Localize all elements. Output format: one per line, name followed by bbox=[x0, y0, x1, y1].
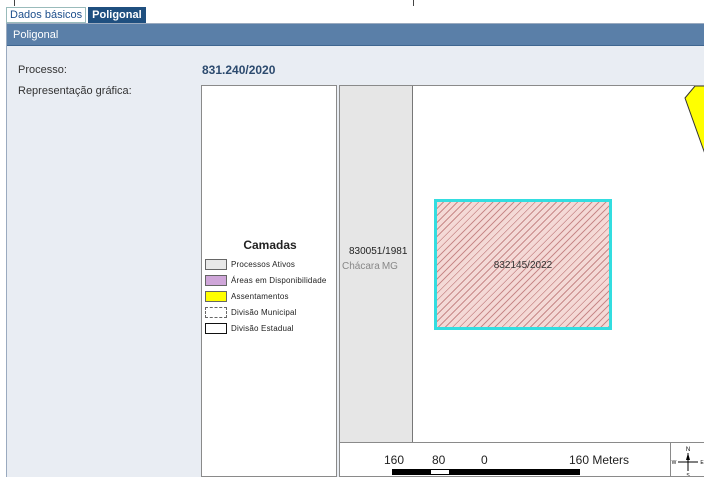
legend-swatch-divisao-estadual bbox=[205, 322, 227, 334]
locality-name: Chácara bbox=[342, 261, 380, 272]
legend-swatch-areas-disponibilidade bbox=[205, 274, 227, 286]
legend-item-areas-disponibilidade: Áreas em Disponibilidade bbox=[205, 272, 327, 288]
scale-label-0: 0 bbox=[481, 453, 488, 467]
legend-label: Áreas em Disponibilidade bbox=[231, 275, 327, 285]
legend-label: Divisão Estadual bbox=[231, 323, 294, 333]
north-arrow-icon: N S W E bbox=[670, 442, 704, 477]
scale-bar-panel: 160 80 0 160 Meters bbox=[340, 442, 704, 476]
legend-label: Assentamentos bbox=[231, 291, 289, 301]
strip-process-label: 830051/1981 bbox=[349, 246, 408, 257]
svg-text:W: W bbox=[672, 460, 677, 466]
scale-label-160: 160 bbox=[384, 453, 405, 467]
legend-item-divisao-estadual: Divisão Estadual bbox=[205, 320, 327, 336]
legend-swatch-processos-ativos bbox=[205, 258, 227, 270]
locality-label: Chácara MG bbox=[342, 261, 398, 272]
scale-label-80: 80 bbox=[432, 453, 446, 467]
legend-label: Processos Ativos bbox=[231, 259, 296, 269]
processo-value: 831.240/2020 bbox=[202, 63, 276, 77]
parcel-polygon[interactable]: 832145/2022 bbox=[434, 199, 612, 330]
scale-label-160-meters: 160 Meters bbox=[569, 453, 630, 467]
svg-text:E: E bbox=[700, 460, 704, 466]
tab-bar: Dados básicos Poligonal bbox=[6, 7, 148, 23]
tab-dados-basicos[interactable]: Dados básicos bbox=[6, 7, 87, 23]
legend-items: Processos Ativos Áreas em Disponibilidad… bbox=[205, 256, 327, 336]
legend-item-assentamentos: Assentamentos bbox=[205, 288, 327, 304]
parcel-label: 832145/2022 bbox=[493, 260, 553, 271]
map-panel[interactable]: 830051/1981 Chácara MG 832145/2022 160 80… bbox=[339, 85, 704, 477]
legend-swatch-assentamentos bbox=[205, 290, 227, 302]
svg-text:S: S bbox=[686, 473, 690, 477]
legend-item-processos-ativos: Processos Ativos bbox=[205, 256, 327, 272]
map-strip-polygon: 830051/1981 Chácara MG bbox=[340, 86, 413, 442]
state-label: MG bbox=[381, 261, 398, 272]
legend-panel: Camadas Processos Ativos Áreas em Dispon… bbox=[201, 85, 337, 477]
legend-label: Divisão Municipal bbox=[231, 307, 297, 317]
legend-item-divisao-municipal: Divisão Municipal bbox=[205, 304, 327, 320]
map-canvas[interactable]: 830051/1981 Chácara MG 832145/2022 bbox=[340, 86, 704, 442]
svg-text:N: N bbox=[686, 447, 690, 453]
scale-bar bbox=[392, 469, 580, 475]
legend-swatch-divisao-municipal bbox=[205, 306, 227, 318]
assentamento-polygon bbox=[684, 86, 704, 153]
representacao-label: Representação gráfica: bbox=[18, 85, 132, 97]
legend-title: Camadas bbox=[243, 238, 297, 252]
panel-title: Poligonal bbox=[7, 24, 704, 46]
tab-poligonal[interactable]: Poligonal bbox=[88, 7, 146, 23]
processo-label: Processo: bbox=[18, 64, 67, 76]
